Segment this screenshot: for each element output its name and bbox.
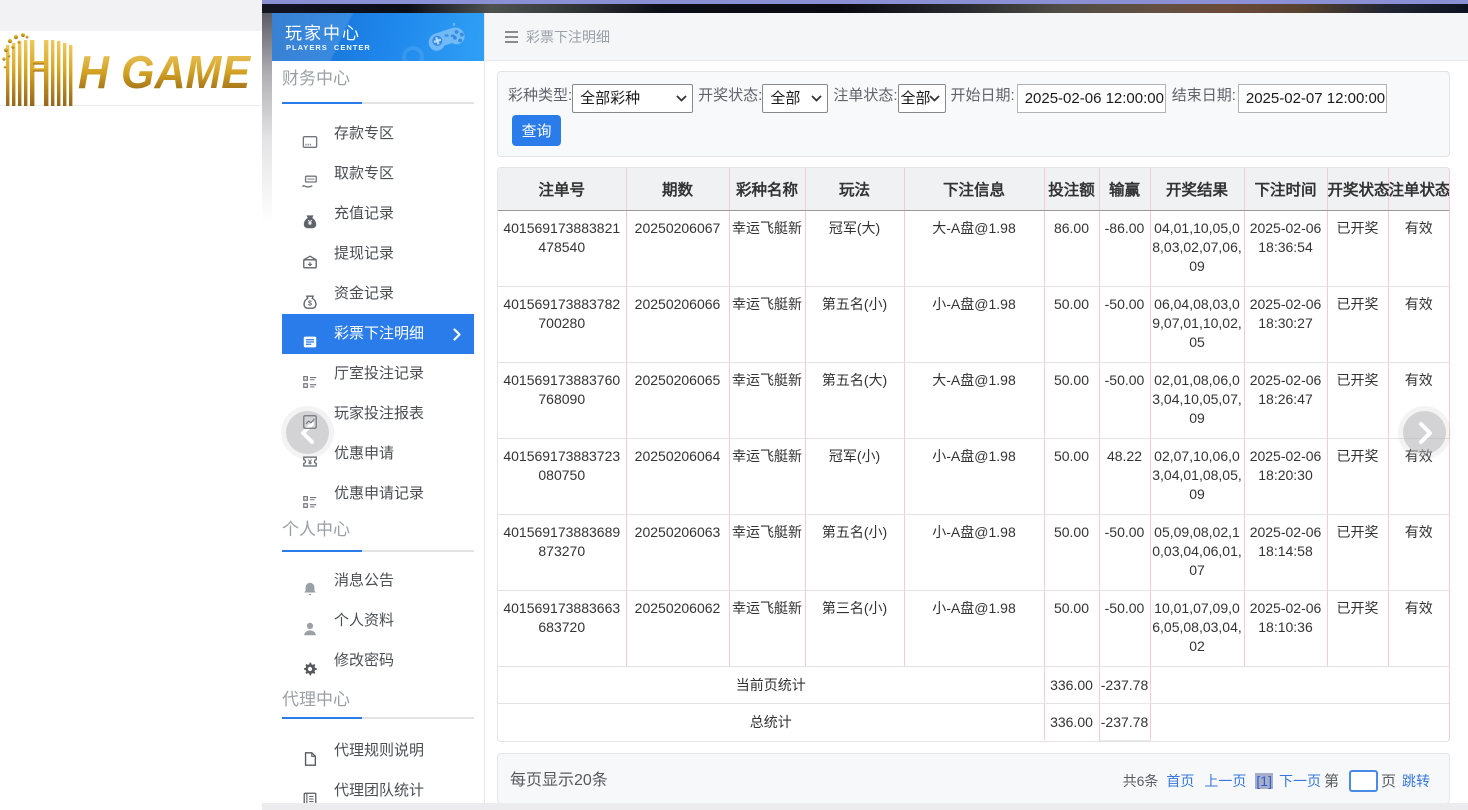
svg-text:$: $ xyxy=(308,300,312,308)
svg-text:¥: ¥ xyxy=(308,459,312,467)
svg-text:H GAME: H GAME xyxy=(78,46,251,98)
